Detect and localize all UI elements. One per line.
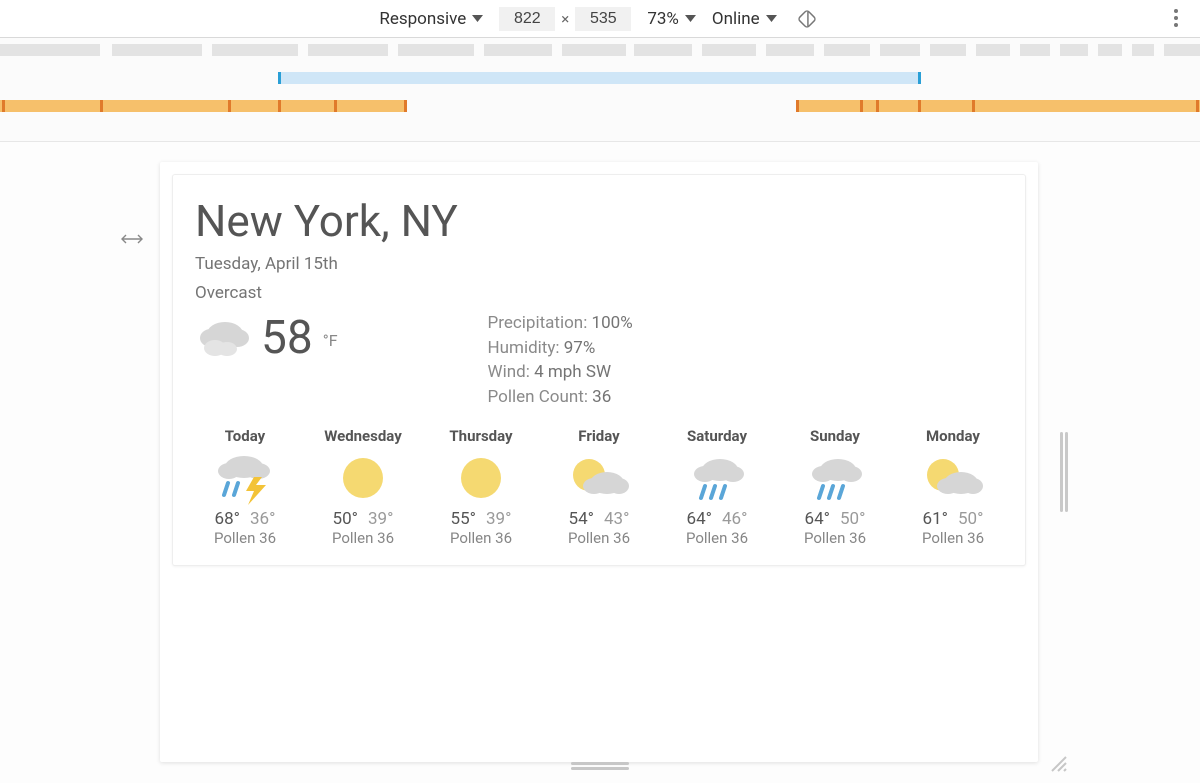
pollen-line: Pollen 36: [195, 529, 295, 547]
temp-high: 64°: [805, 509, 830, 529]
precip-label: Precipitation:: [488, 313, 588, 333]
width-input[interactable]: [499, 7, 555, 31]
network-label: Online: [712, 9, 760, 29]
day-temps: 68° 36°: [195, 509, 295, 529]
forecast-day: Wednesday 50° 39°Pollen 36: [313, 427, 413, 547]
forecast-row: Today68°36°Pollen 36Wednesday50°39°Polle…: [195, 427, 1003, 547]
humidity-value: 97%: [564, 338, 596, 358]
rotate-button[interactable]: [793, 5, 821, 33]
zoom-label: 73%: [647, 9, 679, 29]
weather-icon-sun: [431, 451, 531, 505]
resize-corner-handle[interactable]: [1048, 753, 1068, 777]
resize-corner-icon: [1048, 753, 1068, 773]
location-title: New York, NY: [195, 195, 1003, 247]
weather-icon-suncloud: [903, 451, 1003, 505]
pollen-line: Pollen 36: [313, 529, 413, 547]
breakpoint-ruler[interactable]: [0, 38, 1200, 142]
temp-low: 39°: [486, 509, 511, 529]
humidity-label: Humidity:: [488, 338, 560, 358]
day-name: Thursday: [431, 427, 531, 445]
ruler-blue-row: [0, 72, 1200, 84]
cloud-icon: [195, 316, 251, 360]
resize-horizontal-icon: [118, 233, 146, 245]
temp-high: 64°: [687, 509, 712, 529]
chevron-down-icon: [472, 15, 483, 23]
weather-icon-cloudrain: [785, 451, 885, 505]
weather-icon-cloudrain: [667, 451, 767, 505]
day-name: Friday: [549, 427, 649, 445]
day-temps: 61° 50°: [903, 509, 1003, 529]
zoom-select[interactable]: 73%: [647, 9, 696, 29]
forecast-day: Today 68° 36°Pollen 36: [195, 427, 295, 547]
weather-icon-storm: [195, 451, 295, 505]
temp-high: 50°: [333, 509, 358, 529]
times-label: ×: [561, 10, 569, 28]
rotate-icon: [796, 8, 818, 30]
pollen-label: Pollen Count:: [488, 387, 588, 407]
device-select[interactable]: Responsive: [379, 9, 483, 29]
more-options-button[interactable]: [1162, 4, 1190, 32]
temp-high: 61°: [923, 509, 948, 529]
temp-high: 55°: [451, 509, 476, 529]
pollen-line: Pollen 36: [903, 529, 1003, 547]
dimensions: ×: [499, 7, 631, 31]
temp-low: 39°: [368, 509, 393, 529]
temp-low: 50°: [958, 509, 983, 529]
height-input[interactable]: [575, 7, 631, 31]
forecast-day: Sunday 64° 50°Pollen 36: [785, 427, 885, 547]
scroll-handle-right[interactable]: [1060, 432, 1068, 512]
forecast-day: Saturday 64° 46°Pollen 36: [667, 427, 767, 547]
weather-icon-sun: [313, 451, 413, 505]
stage: New York, NY Tuesday, April 15th Overcas…: [0, 142, 1200, 783]
temp-low: 43°: [604, 509, 629, 529]
wind-value: 4 mph SW: [534, 362, 611, 382]
ruler-orange-row: [0, 100, 1200, 112]
viewport-frame: New York, NY Tuesday, April 15th Overcas…: [160, 162, 1038, 762]
forecast-day: Thursday 55° 39°Pollen 36: [431, 427, 531, 547]
temp-low: 50°: [840, 509, 865, 529]
day-temps: 54° 43°: [549, 509, 649, 529]
day-temps: 50° 39°: [313, 509, 413, 529]
weather-icon-suncloud: [549, 451, 649, 505]
day-name: Wednesday: [313, 427, 413, 445]
resize-left-handle[interactable]: [118, 230, 146, 249]
temp-value: 58: [261, 311, 313, 365]
temp-low: 36°: [250, 509, 275, 529]
device-select-label: Responsive: [379, 9, 466, 29]
forecast-day: Friday 54° 43°Pollen 36: [549, 427, 649, 547]
pollen-line: Pollen 36: [549, 529, 649, 547]
temp-low: 46°: [722, 509, 747, 529]
condition-line: Overcast: [195, 282, 1003, 305]
temp-unit: °F: [323, 331, 338, 350]
chevron-down-icon: [685, 15, 696, 23]
pollen-line: Pollen 36: [431, 529, 531, 547]
day-temps: 64° 50°: [785, 509, 885, 529]
pollen-line: Pollen 36: [785, 529, 885, 547]
day-temps: 64° 46°: [667, 509, 767, 529]
forecast-day: Monday 61° 50°Pollen 36: [903, 427, 1003, 547]
temp-high: 68°: [215, 509, 240, 529]
device-toolbar: Responsive × 73% Online: [0, 0, 1200, 38]
day-name: Today: [195, 427, 295, 445]
network-select[interactable]: Online: [712, 9, 777, 29]
day-name: Saturday: [667, 427, 767, 445]
resize-bottom-handle[interactable]: [571, 756, 629, 775]
kebab-icon: [1168, 6, 1184, 30]
pollen-value: 36: [592, 387, 611, 407]
day-name: Monday: [903, 427, 1003, 445]
ruler-gray-row: [0, 44, 1200, 56]
weather-stats: Precipitation: 100% Humidity: 97% Wind: …: [488, 311, 633, 410]
precip-value: 100%: [592, 313, 633, 333]
pollen-line: Pollen 36: [667, 529, 767, 547]
temp-high: 54°: [569, 509, 594, 529]
current-temp: 58 °F: [195, 311, 338, 365]
date-line: Tuesday, April 15th: [195, 253, 1003, 276]
wind-label: Wind:: [488, 362, 530, 382]
drag-handle-icon: [571, 761, 629, 771]
day-temps: 55° 39°: [431, 509, 531, 529]
chevron-down-icon: [766, 15, 777, 23]
day-name: Sunday: [785, 427, 885, 445]
weather-card: New York, NY Tuesday, April 15th Overcas…: [172, 174, 1026, 566]
